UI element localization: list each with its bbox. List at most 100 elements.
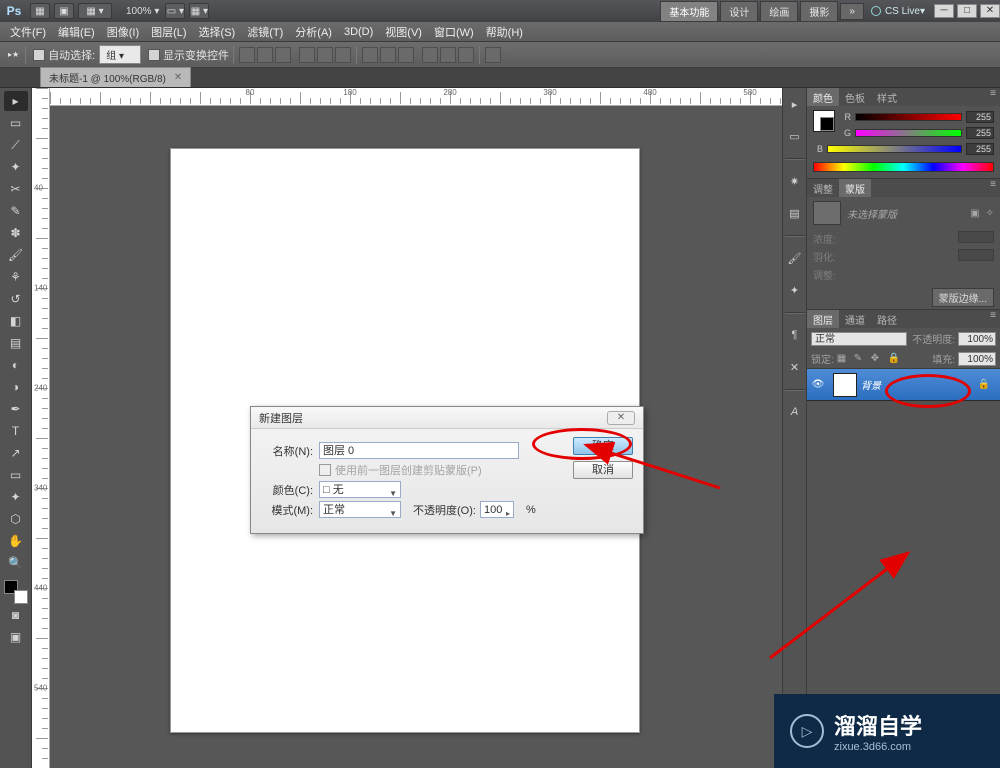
brush-panel-icon[interactable]: ✷ xyxy=(785,171,805,191)
dialog-titlebar[interactable]: 新建图层 ✕ xyxy=(251,407,643,429)
panel-menu-icon[interactable]: ≡ xyxy=(986,310,1000,328)
collapse-icon[interactable]: ▸ xyxy=(785,94,805,114)
panel-icon[interactable]: ✕ xyxy=(785,357,805,377)
3d-tool[interactable]: ✦ xyxy=(4,487,28,507)
tab-channels[interactable]: 通道 xyxy=(839,310,871,328)
titlebar-btn[interactable]: ▦ ▾ xyxy=(189,3,209,19)
cslive-button[interactable]: CS Live ▾ xyxy=(871,6,925,17)
history-panel-icon[interactable]: ▭ xyxy=(785,126,805,146)
quick-mask-icon[interactable]: ◙ xyxy=(4,605,28,625)
workspace-design[interactable]: 设计 xyxy=(720,1,758,22)
tool-preset-icon[interactable]: ✦ xyxy=(785,280,805,300)
menu-help[interactable]: 帮助(H) xyxy=(480,22,529,42)
text-tool[interactable]: T xyxy=(4,421,28,441)
tab-mask[interactable]: 蒙版 xyxy=(839,179,871,197)
cancel-button[interactable]: 取消 xyxy=(573,461,633,479)
g-value[interactable]: 255 xyxy=(966,127,994,139)
vector-mask-icon[interactable]: ✧ xyxy=(986,208,994,219)
b-slider[interactable] xyxy=(827,145,962,153)
workspace-paint[interactable]: 绘画 xyxy=(760,1,798,22)
layer-name-input[interactable]: 图层 0 xyxy=(319,442,519,459)
eraser-tool[interactable]: ◧ xyxy=(4,311,28,331)
titlebar-btn[interactable]: ▦ ▾ xyxy=(78,3,112,19)
r-slider[interactable] xyxy=(855,113,962,121)
mask-edge-button[interactable]: 蒙版边缘... xyxy=(932,288,994,307)
wand-tool[interactable]: ✦ xyxy=(4,157,28,177)
menu-filter[interactable]: 滤镜(T) xyxy=(241,22,289,42)
window-max[interactable]: □ xyxy=(957,4,977,18)
opacity-input[interactable]: 100▸ xyxy=(480,501,514,518)
titlebar-btn[interactable]: ▭ ▾ xyxy=(165,3,185,19)
menu-select[interactable]: 选择(S) xyxy=(193,22,242,42)
blur-tool[interactable]: ◐ xyxy=(4,355,28,375)
close-tab-icon[interactable]: ✕ xyxy=(174,72,182,83)
screen-mode-icon[interactable]: ▣ xyxy=(4,627,28,647)
document-tab[interactable]: 未标题-1 @ 100%(RGB/8) ✕ xyxy=(40,67,191,87)
zoom-menu[interactable]: 100% ▾ xyxy=(122,6,163,17)
density-slider[interactable] xyxy=(958,231,994,243)
r-value[interactable]: 255 xyxy=(966,111,994,123)
distribute-icon[interactable] xyxy=(422,47,438,63)
layer-thumb[interactable] xyxy=(833,373,857,397)
distribute-icon[interactable] xyxy=(380,47,396,63)
titlebar-btn[interactable]: ▣ xyxy=(54,3,74,19)
menu-3d[interactable]: 3D(D) xyxy=(338,24,379,40)
panel-menu-icon[interactable]: ≡ xyxy=(986,88,1000,106)
dialog-close-button[interactable]: ✕ xyxy=(607,411,635,425)
marquee-tool[interactable]: ▭ xyxy=(4,113,28,133)
paragraph-panel-icon[interactable]: ¶ xyxy=(785,325,805,345)
lasso-tool[interactable]: ⟋ xyxy=(4,135,28,155)
layer-row[interactable]: 👁 背景 🔒 xyxy=(807,369,1000,401)
gradient-tool[interactable]: ▤ xyxy=(4,333,28,353)
show-transform-checkbox[interactable] xyxy=(148,49,160,61)
lock-move-icon[interactable]: ✥ xyxy=(871,353,885,365)
zoom-tool[interactable]: 🔍 xyxy=(4,553,28,573)
align-icon[interactable] xyxy=(335,47,351,63)
tab-swatch[interactable]: 色板 xyxy=(839,88,871,106)
panel-menu-icon[interactable]: ≡ xyxy=(986,179,1000,197)
distribute-icon[interactable] xyxy=(440,47,456,63)
align-icon[interactable] xyxy=(275,47,291,63)
menu-edit[interactable]: 编辑(E) xyxy=(52,22,101,42)
g-slider[interactable] xyxy=(855,129,962,137)
color-swatches[interactable] xyxy=(4,580,28,604)
history-brush-tool[interactable]: ↺ xyxy=(4,289,28,309)
layer-color-dropdown[interactable]: □ 无▼ xyxy=(319,481,401,498)
pixel-mask-icon[interactable]: ▣ xyxy=(970,208,979,219)
opacity-value[interactable]: 100% xyxy=(958,332,996,346)
hand-tool[interactable]: ✋ xyxy=(4,531,28,551)
character-panel-icon[interactable]: A xyxy=(785,402,805,422)
distribute-icon[interactable] xyxy=(398,47,414,63)
align-icon[interactable] xyxy=(299,47,315,63)
auto-select-dropdown[interactable]: 组 ▾ xyxy=(99,45,141,64)
menu-analysis[interactable]: 分析(A) xyxy=(289,22,338,42)
visibility-icon[interactable]: 👁 xyxy=(807,379,829,390)
blend-mode-dropdown[interactable]: 正常▼ xyxy=(319,501,401,518)
fill-value[interactable]: 100% xyxy=(958,352,996,366)
lock-pixels-icon[interactable]: ▦ xyxy=(837,353,851,365)
tab-layers[interactable]: 图层 xyxy=(807,310,839,328)
window-min[interactable]: ─ xyxy=(934,4,954,18)
layer-name[interactable]: 背景 xyxy=(861,377,881,392)
tab-style[interactable]: 样式 xyxy=(871,88,903,106)
menu-view[interactable]: 视图(V) xyxy=(379,22,428,42)
lock-brush-icon[interactable]: ✎ xyxy=(854,353,868,365)
3d-tool[interactable]: ⬡ xyxy=(4,509,28,529)
crop-tool[interactable]: ✂ xyxy=(4,179,28,199)
workspace-photo[interactable]: 摄影 xyxy=(800,1,838,22)
path-tool[interactable]: ↗ xyxy=(4,443,28,463)
align-icon[interactable] xyxy=(239,47,255,63)
window-close[interactable]: ✕ xyxy=(980,4,1000,18)
shape-tool[interactable]: ▭ xyxy=(4,465,28,485)
foreground-swatch[interactable] xyxy=(813,110,835,132)
workspace-basic[interactable]: 基本功能 xyxy=(660,1,718,22)
dodge-tool[interactable]: ◑ xyxy=(4,377,28,397)
align-icon[interactable] xyxy=(317,47,333,63)
auto-select-checkbox[interactable] xyxy=(33,49,45,61)
lock-all-icon[interactable]: 🔒 xyxy=(888,353,902,365)
clip-mask-checkbox[interactable] xyxy=(319,464,331,476)
blend-mode-dropdown[interactable]: 正常 xyxy=(811,332,907,346)
move-tool[interactable]: ▸ xyxy=(4,91,28,111)
spectrum-bar[interactable] xyxy=(813,162,994,172)
move-tool-icon[interactable]: ▸★ xyxy=(8,50,19,59)
